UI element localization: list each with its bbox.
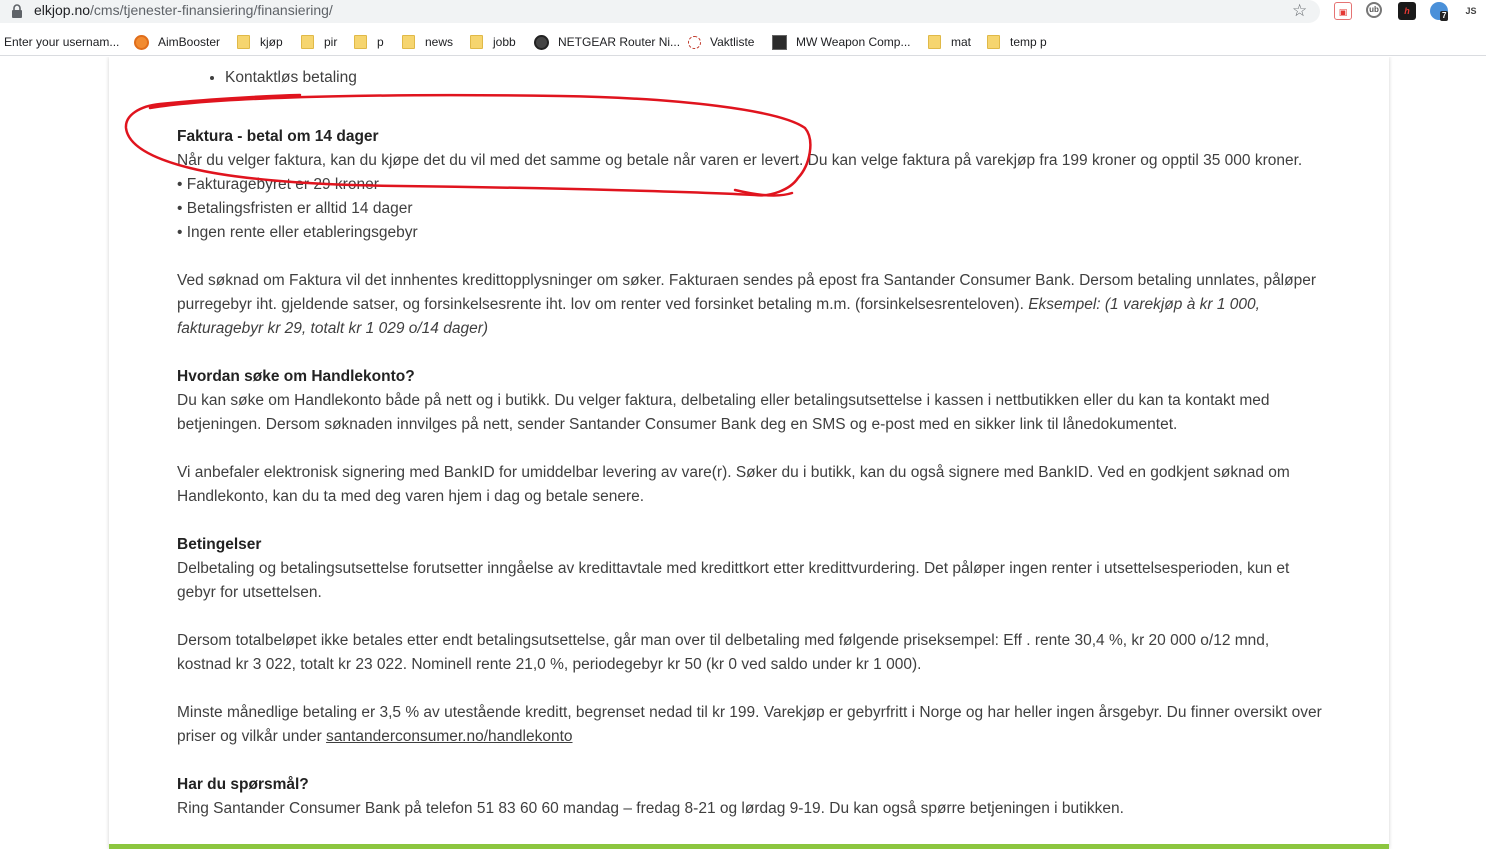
bookmarks-bar: Enter your usernam... AimBooster kjøp pi… — [0, 28, 1486, 56]
betingelser-paragraph: Minste månedlige betaling er 3,5 % av ut… — [177, 701, 1327, 749]
faktura-terms: Ved søknad om Faktura vil det innhentes … — [177, 269, 1327, 341]
faktura-line: • Ingen rente eller etableringsgebyr — [177, 224, 418, 241]
betingelser-heading: Betingelser — [177, 536, 262, 553]
footer-accent-bar — [109, 844, 1389, 849]
bookmark-item[interactable]: MW Weapon Comp... — [772, 32, 910, 52]
url-path: /cms/tjenester-finansiering/finansiering… — [90, 2, 333, 18]
bookmark-item[interactable]: mat — [928, 32, 971, 52]
faktura-heading: Faktura - betal om 14 dager — [177, 128, 379, 145]
lock-icon[interactable] — [11, 4, 23, 18]
bookmark-label: kjøp — [260, 35, 283, 49]
bookmark-item[interactable]: pir — [301, 32, 337, 52]
bookmark-item[interactable]: jobb — [470, 32, 516, 52]
mw-weapon-icon — [772, 34, 787, 50]
bookmark-item[interactable]: p — [354, 32, 384, 52]
folder-icon — [470, 35, 483, 49]
bookmark-label: AimBooster — [158, 35, 221, 49]
vaktliste-icon — [688, 35, 701, 49]
folder-icon — [354, 35, 367, 49]
bookmark-label: news — [425, 35, 454, 49]
bookmark-item[interactable]: NETGEAR Router Ni... — [534, 32, 680, 52]
bookmark-item[interactable]: temp p — [987, 32, 1047, 52]
folder-icon — [928, 35, 941, 49]
extension-js-icon[interactable]: JS — [1462, 2, 1480, 20]
handlekonto-paragraph: Du kan søke om Handlekonto både på nett … — [177, 392, 1270, 433]
faktura-line: • Betalingsfristen er alltid 14 dager — [177, 200, 413, 217]
sporsmal-heading: Har du spørsmål? — [177, 776, 309, 793]
sporsmal-paragraph: Ring Santander Consumer Bank på telefon … — [177, 800, 1124, 817]
handlekonto-heading: Hvordan søke om Handlekonto? — [177, 368, 415, 385]
folder-icon — [301, 35, 314, 49]
bookmark-label: p — [377, 35, 384, 49]
extension-badge-count: 7 — [1440, 11, 1449, 21]
bookmark-label: jobb — [493, 35, 516, 49]
bookmark-item[interactable]: AimBooster — [134, 32, 220, 52]
omnibox[interactable]: elkjop.no/cms/tjenester-finansiering/fin… — [0, 0, 1320, 23]
bookmark-item[interactable]: Enter your usernam... — [4, 32, 119, 52]
folder-icon — [987, 35, 1000, 49]
aimbooster-icon — [134, 34, 149, 50]
article-body: Kontaktløs betaling Faktura - betal om 1… — [177, 67, 1327, 821]
folder-icon — [402, 35, 415, 49]
faktura-intro: Når du velger faktura, kan du kjøpe det … — [177, 152, 1303, 169]
bookmark-label: MW Weapon Comp... — [796, 35, 911, 49]
list-item: Kontaktløs betaling — [225, 67, 1327, 89]
extension-badge-icon[interactable]: 7 — [1430, 2, 1449, 21]
bookmark-label: Vaktliste — [710, 35, 755, 49]
bookmark-item[interactable]: Vaktliste — [688, 32, 754, 52]
bookmark-label: pir — [324, 35, 338, 49]
bookmark-label: temp p — [1010, 35, 1047, 49]
bookmark-label: mat — [951, 35, 972, 49]
star-icon[interactable]: ☆ — [1292, 1, 1307, 21]
address-bar: elkjop.no/cms/tjenester-finansiering/fin… — [0, 0, 1486, 24]
extension-h-icon[interactable]: h — [1398, 2, 1416, 20]
payment-list: Kontaktløs betaling — [225, 67, 1327, 89]
bookmark-item[interactable]: kjøp — [237, 32, 283, 52]
page-viewport: Kontaktløs betaling Faktura - betal om 1… — [0, 57, 1486, 849]
extension-pdf-icon[interactable]: ▣ — [1334, 2, 1352, 20]
bookmark-item[interactable]: news — [402, 32, 453, 52]
url-domain: elkjop.no — [34, 2, 91, 18]
handlekonto-paragraph: Vi anbefaler elektronisk signering med B… — [177, 464, 1290, 505]
url-text[interactable]: elkjop.no/cms/tjenester-finansiering/fin… — [34, 2, 333, 19]
folder-icon — [237, 35, 250, 49]
bookmark-label: Enter your usernam... — [4, 35, 120, 49]
betingelser-paragraph: Dersom totalbeløpet ikke betales etter e… — [177, 632, 1270, 673]
handlekonto-link[interactable]: santanderconsumer.no/handlekonto — [326, 728, 572, 745]
extension-ublock-icon[interactable]: ub — [1366, 2, 1382, 18]
globe-icon — [534, 34, 549, 50]
bookmark-label: NETGEAR Router Ni... — [558, 35, 681, 49]
betingelser-paragraph: Delbetaling og betalingsutsettelse forut… — [177, 560, 1290, 601]
faktura-line: • Fakturagebyret er 29 kroner — [177, 176, 379, 193]
